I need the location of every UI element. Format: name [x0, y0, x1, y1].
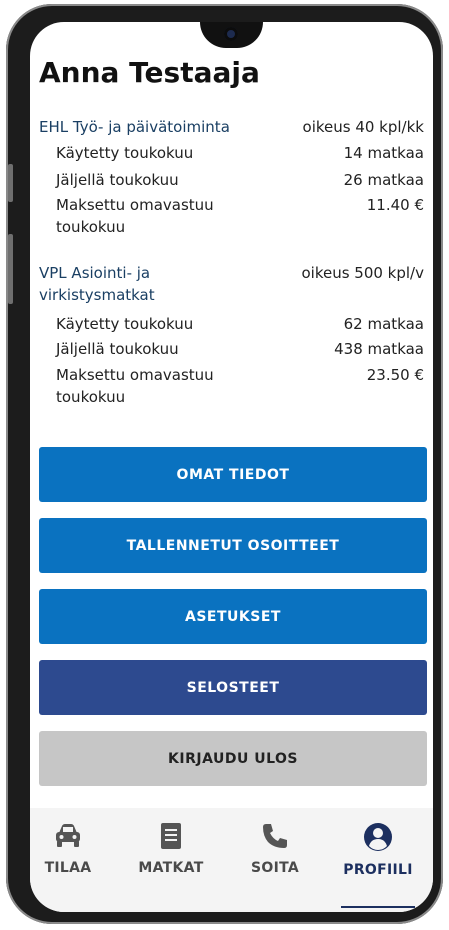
row-value: 11.40 € — [366, 196, 424, 214]
row-value: 62 matkaa — [343, 315, 424, 333]
row-label: Maksettu omavastuu toukokuu — [56, 196, 214, 236]
row-label: Jäljellä toukokuu — [56, 340, 179, 358]
section-entitlement: oikeus 40 kpl/kk — [302, 118, 424, 136]
screen: Anna Testaaja EHL Työ- ja päivätoiminta … — [30, 22, 433, 912]
row-label: Käytetty toukokuu — [56, 315, 194, 333]
nav-item-soita[interactable]: SOITA — [225, 822, 325, 876]
phone-icon — [263, 824, 287, 848]
bottom-nav: TILAA MATKAT SOITA PROFIILI — [30, 808, 433, 912]
user-circle-icon — [364, 823, 392, 851]
car-icon — [56, 824, 80, 847]
row-label: Jäljellä toukokuu — [56, 171, 179, 189]
section-entitlement: oikeus 500 kpl/v — [301, 264, 424, 282]
section-title: EHL Työ- ja päivätoiminta — [39, 118, 230, 136]
nav-item-tilaa[interactable]: TILAA — [30, 822, 118, 876]
tallennetut-osoitteet-button[interactable]: TALLENNETUT OSOITTEET — [39, 518, 427, 573]
omat-tiedot-button[interactable]: OMAT TIEDOT — [39, 447, 427, 502]
row-label: Käytetty toukokuu — [56, 144, 194, 162]
page-title: Anna Testaaja — [39, 56, 260, 89]
nav-label: PROFIILI — [343, 862, 413, 878]
section-title: VPL Asiointi- ja virkistysmatkat — [39, 264, 155, 304]
nav-label: MATKAT — [138, 860, 204, 876]
asetukset-button[interactable]: ASETUKSET — [39, 589, 427, 644]
row-value: 26 matkaa — [343, 171, 424, 189]
row-value: 14 matkaa — [343, 144, 424, 162]
row-value: 438 matkaa — [334, 340, 424, 358]
logout-button[interactable]: KIRJAUDU ULOS — [39, 731, 427, 786]
receipt-icon — [161, 823, 181, 849]
nav-item-matkat[interactable]: MATKAT — [121, 822, 221, 876]
nav-item-profiili[interactable]: PROFIILI — [328, 822, 428, 908]
volume-button — [8, 164, 13, 202]
camera-icon — [224, 27, 238, 41]
row-value: 23.50 € — [366, 366, 424, 384]
nav-label: TILAA — [44, 860, 92, 876]
power-button — [8, 234, 13, 304]
notch — [200, 22, 263, 48]
nav-label: SOITA — [251, 860, 299, 876]
phone-frame: Anna Testaaja EHL Työ- ja päivätoiminta … — [6, 4, 443, 924]
row-label: Maksettu omavastuu toukokuu — [56, 366, 214, 406]
selosteet-button[interactable]: SELOSTEET — [39, 660, 427, 715]
active-tab-indicator — [341, 906, 415, 908]
